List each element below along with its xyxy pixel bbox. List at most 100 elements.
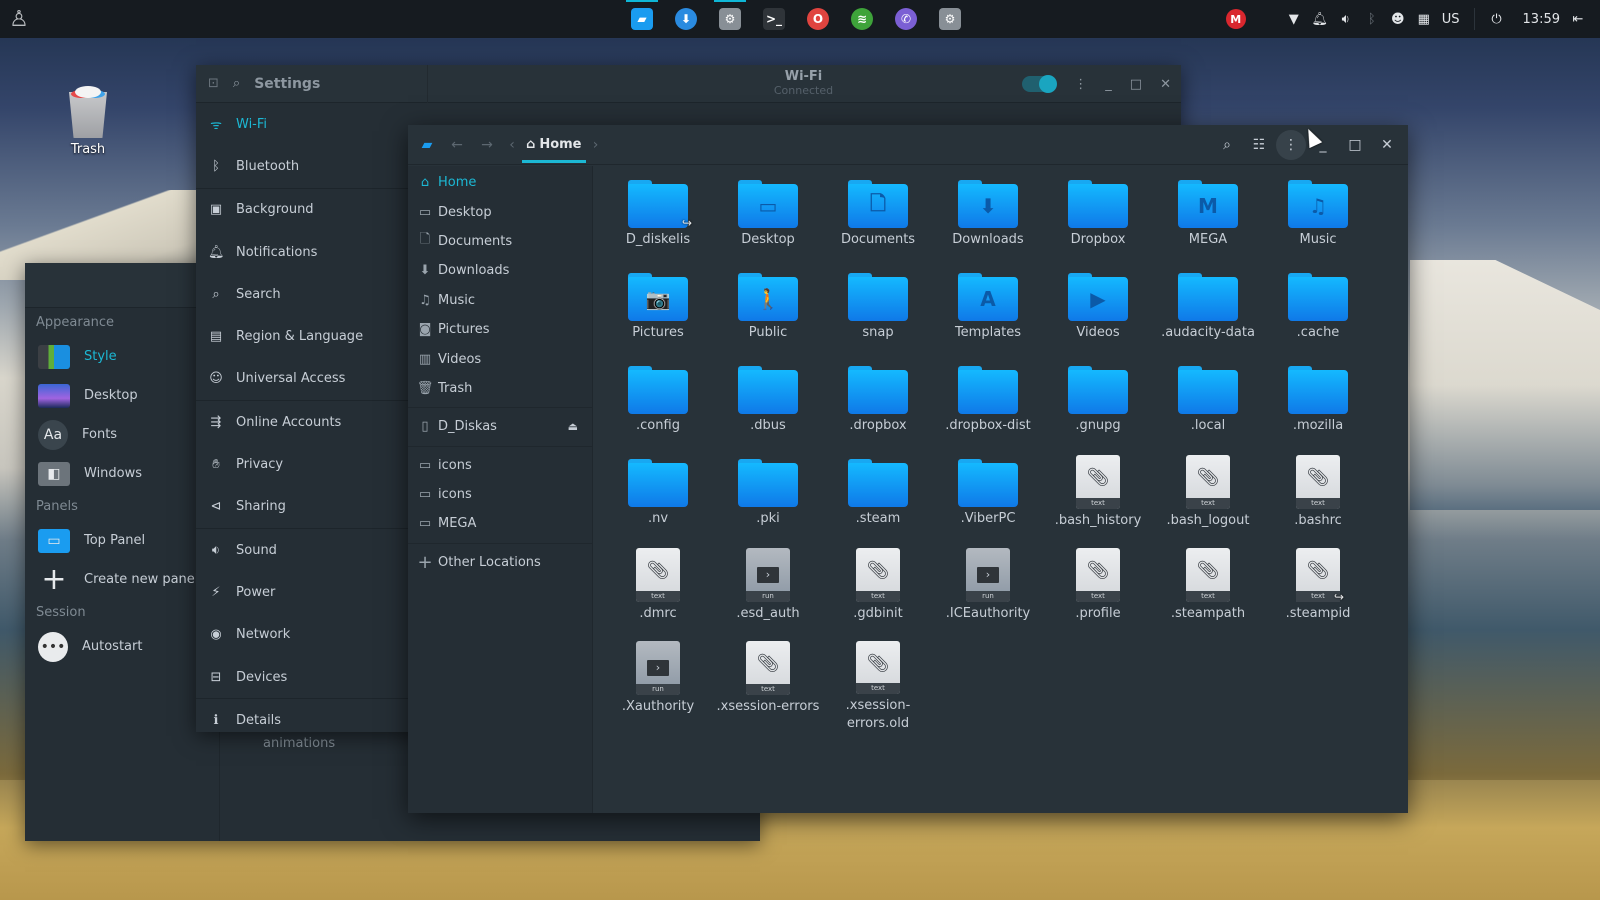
places-item-videos[interactable]: ▥ Videos (408, 344, 592, 373)
file-item[interactable]: 📎︎ text .xsession-errors (713, 640, 823, 733)
desktop-trash[interactable]: Trash (58, 84, 118, 157)
places-item-mega[interactable]: ▭ MEGA (408, 509, 592, 538)
file-item[interactable]: snap (823, 268, 933, 361)
sidebar-item-devices[interactable]: ⊟ Devices (196, 656, 409, 698)
file-item[interactable]: .config (603, 361, 713, 454)
file-item[interactable]: .nv (603, 454, 713, 547)
accessibility-icon[interactable]: ☻ (1390, 11, 1406, 27)
sidebar-item-notifications[interactable]: 🔔︎ Notifications (196, 231, 409, 273)
taskbar-app-settings[interactable]: ⚙ (708, 0, 752, 38)
clock[interactable]: 13:59 (1523, 12, 1560, 27)
forward-button[interactable]: → (472, 130, 502, 160)
breadcrumb-home[interactable]: ⌂ Home (522, 125, 586, 165)
file-item[interactable]: ♫ Music (1263, 175, 1373, 268)
file-item[interactable]: 📎︎ text .bashrc (1263, 454, 1373, 547)
sidebar-item-search[interactable]: ⌕ Search (196, 273, 409, 315)
bluetooth-icon[interactable]: ᛒ (1364, 11, 1380, 27)
minimize-icon[interactable]: _ (1105, 77, 1112, 92)
file-item[interactable]: .dropbox (823, 361, 933, 454)
file-item[interactable]: 📎︎ text ↪ .steampid (1263, 547, 1373, 640)
places-item-trash[interactable]: 🗑︎ Trash (408, 374, 592, 403)
taskbar-app-viber[interactable]: ✆ (884, 0, 928, 38)
file-item[interactable]: 🚶 Public (713, 268, 823, 361)
sidebar-item-create-new-panel[interactable]: + Create new panel (25, 560, 219, 599)
file-item[interactable]: 📷 Pictures (603, 268, 713, 361)
maximize-icon[interactable]: □ (1130, 77, 1142, 92)
sidebar-item-top-panel[interactable]: ▭ Top Panel (25, 521, 219, 560)
search-button[interactable]: ⌕ (1212, 130, 1242, 160)
search-icon[interactable]: ⌕ (233, 76, 240, 91)
sidebar-item-universal-access[interactable]: ☺ Universal Access (196, 358, 409, 400)
places-item-icons[interactable]: ▭ icons (408, 480, 592, 509)
taskbar-app-software-updater[interactable]: ⬇ (664, 0, 708, 38)
mega-tray-icon[interactable]: M (1225, 9, 1246, 29)
file-item[interactable]: .steam (823, 454, 933, 547)
sidebar-item-privacy[interactable]: ✋︎ Privacy (196, 443, 409, 485)
taskbar-app-files[interactable]: ▰ (620, 0, 664, 38)
file-item[interactable]: .ViberPC (933, 454, 1043, 547)
sidebar-item-sharing[interactable]: ⊲ Sharing (196, 486, 409, 528)
menu-button[interactable]: ⋮ (1276, 130, 1306, 160)
kebab-menu-icon[interactable]: ⋮ (1074, 77, 1087, 92)
file-item[interactable]: .audacity-data (1153, 268, 1263, 361)
file-item[interactable]: .local (1153, 361, 1263, 454)
file-item[interactable]: 📎︎ text .profile (1043, 547, 1153, 640)
sidebar-item-sound[interactable]: 🔉︎ Sound (196, 529, 409, 571)
sidebar-item-details[interactable]: ℹ Details (196, 699, 409, 741)
file-item[interactable]: 📎︎ text .steampath (1153, 547, 1263, 640)
bell-icon[interactable]: 🔔︎ (1312, 11, 1329, 27)
places-item-downloads[interactable]: ⬇ Downloads (408, 256, 592, 285)
places-item-icons[interactable]: ▭ icons (408, 451, 592, 480)
wifi-icon[interactable]: ▼ (1286, 11, 1302, 27)
file-item[interactable]: › run .ICEauthority (933, 547, 1043, 640)
taskbar-app-settings-2[interactable]: ⚙ (928, 0, 972, 38)
file-item[interactable]: › run .Xauthority (603, 640, 713, 733)
raven-toggle-icon[interactable]: ⇤ (1570, 11, 1586, 27)
sidebar-item-region-language[interactable]: ▤ Region & Language (196, 315, 409, 357)
wifi-toggle[interactable] (1022, 75, 1058, 93)
places-item-desktop[interactable]: ▭ Desktop (408, 197, 592, 226)
file-item[interactable]: .dropbox-dist (933, 361, 1043, 454)
close-button[interactable]: ✕ (1372, 130, 1402, 160)
file-item[interactable]: ▭ Desktop (713, 175, 823, 268)
places-item-documents[interactable]: 🗋 Documents (408, 227, 592, 256)
path-right-button[interactable]: › (586, 130, 606, 160)
file-item[interactable]: 📎︎ text .gdbinit (823, 547, 933, 640)
file-item[interactable]: M MEGA (1153, 175, 1263, 268)
file-item[interactable]: 🗋 Documents (823, 175, 933, 268)
places-item-music[interactable]: ♫ Music (408, 286, 592, 315)
back-button[interactable]: ← (442, 130, 472, 160)
maximize-button[interactable]: □ (1340, 130, 1370, 160)
volume-icon[interactable]: 🔉︎ (1338, 11, 1354, 27)
sidebar-item-windows[interactable]: ◧ Windows (25, 454, 219, 493)
sidebar-item-power[interactable]: ⚡︎ Power (196, 571, 409, 613)
file-item[interactable]: Dropbox (1043, 175, 1153, 268)
budgie-menu-icon[interactable]: ♙ (6, 4, 32, 34)
sidebar-item-style[interactable]: Style (25, 337, 219, 376)
file-item[interactable]: A Templates (933, 268, 1043, 361)
other-locations[interactable]: + Other Locations (408, 548, 592, 577)
file-item[interactable]: .cache (1263, 268, 1373, 361)
sidebar-item-fonts[interactable]: Aa Fonts (25, 415, 219, 454)
keyboard-icon[interactable]: ▦ (1416, 11, 1432, 27)
close-icon[interactable]: ✕ (1160, 77, 1171, 92)
keyboard-layout[interactable]: US (1442, 12, 1460, 27)
places-item-home[interactable]: ⌂ Home (408, 168, 592, 197)
file-item[interactable]: ↪ D_diskelis (603, 175, 713, 268)
sidebar-item-online-accounts[interactable]: ⇶ Online Accounts (196, 401, 409, 443)
file-item[interactable]: .gnupg (1043, 361, 1153, 454)
file-item[interactable]: ▶ Videos (1043, 268, 1153, 361)
places-item-pictures[interactable]: ◙ Pictures (408, 315, 592, 344)
file-item[interactable]: .mozilla (1263, 361, 1373, 454)
taskbar-app-opera[interactable]: O (796, 0, 840, 38)
power-icon[interactable]: ⏻ (1489, 11, 1505, 27)
eject-icon[interactable]: ⏏ (568, 420, 578, 433)
sidebar-item-autostart[interactable]: ••• Autostart (25, 627, 219, 666)
view-toggle-button[interactable]: ☷ (1244, 130, 1274, 160)
file-item[interactable]: 📎︎ text .bash_history (1043, 454, 1153, 547)
sidebar-item-wi-fi[interactable]: ᯤ Wi-Fi (196, 103, 409, 145)
places-item-d-diskas[interactable]: ▯ D_Diskas ⏏ (408, 412, 592, 441)
file-item[interactable]: ⬇ Downloads (933, 175, 1043, 268)
sidebar-item-background[interactable]: ▣ Background (196, 189, 409, 231)
file-item[interactable]: 📎︎ text .bash_logout (1153, 454, 1263, 547)
